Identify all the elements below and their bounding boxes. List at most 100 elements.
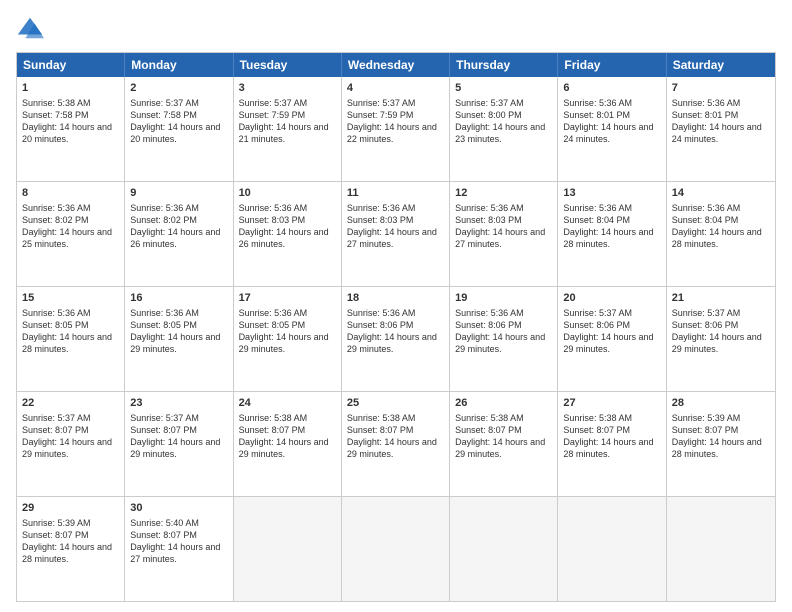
day-cell-10: 10Sunrise: 5:36 AMSunset: 8:03 PMDayligh…	[234, 182, 342, 286]
day-cell-6: 6Sunrise: 5:36 AMSunset: 8:01 PMDaylight…	[558, 77, 666, 181]
logo	[16, 14, 48, 42]
day-number: 12	[455, 186, 552, 201]
day-info: Sunrise: 5:36 AMSunset: 8:03 PMDaylight:…	[455, 202, 552, 251]
empty-cell	[450, 497, 558, 601]
day-number: 16	[130, 291, 227, 306]
day-cell-23: 23Sunrise: 5:37 AMSunset: 8:07 PMDayligh…	[125, 392, 233, 496]
day-info: Sunrise: 5:37 AMSunset: 8:00 PMDaylight:…	[455, 97, 552, 146]
day-number: 19	[455, 291, 552, 306]
empty-cell	[234, 497, 342, 601]
day-cell-25: 25Sunrise: 5:38 AMSunset: 8:07 PMDayligh…	[342, 392, 450, 496]
day-cell-18: 18Sunrise: 5:36 AMSunset: 8:06 PMDayligh…	[342, 287, 450, 391]
day-cell-26: 26Sunrise: 5:38 AMSunset: 8:07 PMDayligh…	[450, 392, 558, 496]
day-number: 15	[22, 291, 119, 306]
day-info: Sunrise: 5:37 AMSunset: 8:07 PMDaylight:…	[130, 412, 227, 461]
day-info: Sunrise: 5:38 AMSunset: 8:07 PMDaylight:…	[239, 412, 336, 461]
day-cell-13: 13Sunrise: 5:36 AMSunset: 8:04 PMDayligh…	[558, 182, 666, 286]
day-cell-27: 27Sunrise: 5:38 AMSunset: 8:07 PMDayligh…	[558, 392, 666, 496]
calendar-row-5: 29Sunrise: 5:39 AMSunset: 8:07 PMDayligh…	[17, 496, 775, 601]
day-number: 21	[672, 291, 770, 306]
day-cell-22: 22Sunrise: 5:37 AMSunset: 8:07 PMDayligh…	[17, 392, 125, 496]
day-info: Sunrise: 5:38 AMSunset: 7:58 PMDaylight:…	[22, 97, 119, 146]
day-cell-1: 1Sunrise: 5:38 AMSunset: 7:58 PMDaylight…	[17, 77, 125, 181]
day-number: 29	[22, 501, 119, 516]
day-cell-17: 17Sunrise: 5:36 AMSunset: 8:05 PMDayligh…	[234, 287, 342, 391]
header-day-tuesday: Tuesday	[234, 53, 342, 77]
day-cell-16: 16Sunrise: 5:36 AMSunset: 8:05 PMDayligh…	[125, 287, 233, 391]
day-cell-7: 7Sunrise: 5:36 AMSunset: 8:01 PMDaylight…	[667, 77, 775, 181]
day-info: Sunrise: 5:36 AMSunset: 8:01 PMDaylight:…	[563, 97, 660, 146]
empty-cell	[342, 497, 450, 601]
day-number: 22	[22, 396, 119, 411]
day-info: Sunrise: 5:39 AMSunset: 8:07 PMDaylight:…	[672, 412, 770, 461]
day-info: Sunrise: 5:36 AMSunset: 8:03 PMDaylight:…	[347, 202, 444, 251]
day-info: Sunrise: 5:36 AMSunset: 8:02 PMDaylight:…	[130, 202, 227, 251]
day-info: Sunrise: 5:36 AMSunset: 8:04 PMDaylight:…	[672, 202, 770, 251]
day-number: 25	[347, 396, 444, 411]
calendar-row-4: 22 Sunrise: 5:37 AMSunset: 8:07 PMDayligh…	[17, 391, 775, 496]
day-info: Sunrise: 5:37 AMSunset: 7:59 PMDaylight:…	[239, 97, 336, 146]
day-cell-12: 12Sunrise: 5:36 AMSunset: 8:03 PMDayligh…	[450, 182, 558, 286]
day-number: 2	[130, 81, 227, 96]
day-number: 26	[455, 396, 552, 411]
page: SundayMondayTuesdayWednesdayThursdayFrid…	[0, 0, 792, 612]
day-number: 17	[239, 291, 336, 306]
day-info: Sunrise: 5:36 AMSunset: 8:05 PMDaylight:…	[22, 307, 119, 356]
day-info: Sunrise: 5:38 AMSunset: 8:07 PMDaylight:…	[455, 412, 552, 461]
day-cell-8: 8Sunrise: 5:36 AMSunset: 8:02 PMDaylight…	[17, 182, 125, 286]
day-number: 27	[563, 396, 660, 411]
day-cell-2: 2Sunrise: 5:37 AMSunset: 7:58 PMDaylight…	[125, 77, 233, 181]
header	[16, 14, 776, 42]
header-day-monday: Monday	[125, 53, 233, 77]
header-day-friday: Friday	[558, 53, 666, 77]
day-number: 11	[347, 186, 444, 201]
day-number: 3	[239, 81, 336, 96]
day-number: 14	[672, 186, 770, 201]
calendar-row-2: 8Sunrise: 5:36 AMSunset: 8:02 PMDaylight…	[17, 181, 775, 286]
day-number: 9	[130, 186, 227, 201]
day-info: Sunrise: 5:36 AMSunset: 8:03 PMDaylight:…	[239, 202, 336, 251]
day-info: Sunrise: 5:39 AMSunset: 8:07 PMDaylight:…	[22, 517, 119, 566]
calendar-row-3: 15Sunrise: 5:36 AMSunset: 8:05 PMDayligh…	[17, 286, 775, 391]
empty-cell	[667, 497, 775, 601]
day-info: Sunrise: 5:36 AMSunset: 8:01 PMDaylight:…	[672, 97, 770, 146]
day-number: 4	[347, 81, 444, 96]
day-cell-11: 11Sunrise: 5:36 AMSunset: 8:03 PMDayligh…	[342, 182, 450, 286]
day-info: Sunrise: 5:38 AMSunset: 8:07 PMDaylight:…	[563, 412, 660, 461]
day-info: Sunrise: 5:36 AMSunset: 8:06 PMDaylight:…	[347, 307, 444, 356]
header-day-saturday: Saturday	[667, 53, 775, 77]
day-number: 28	[672, 396, 770, 411]
day-cell-24: 24Sunrise: 5:38 AMSunset: 8:07 PMDayligh…	[234, 392, 342, 496]
day-cell-21: 21Sunrise: 5:37 AMSunset: 8:06 PMDayligh…	[667, 287, 775, 391]
day-cell-4: 4Sunrise: 5:37 AMSunset: 7:59 PMDaylight…	[342, 77, 450, 181]
logo-icon	[16, 14, 44, 42]
empty-cell	[558, 497, 666, 601]
day-info: Sunrise: 5:36 AMSunset: 8:02 PMDaylight:…	[22, 202, 119, 251]
day-info: Sunrise: 5:36 AMSunset: 8:05 PMDaylight:…	[130, 307, 227, 356]
day-number: 1	[22, 81, 119, 96]
day-info: Sunrise: 5:36 AMSunset: 8:04 PMDaylight:…	[563, 202, 660, 251]
calendar: SundayMondayTuesdayWednesdayThursdayFrid…	[16, 52, 776, 602]
day-cell-20: 20Sunrise: 5:37 AMSunset: 8:06 PMDayligh…	[558, 287, 666, 391]
day-cell-15: 15Sunrise: 5:36 AMSunset: 8:05 PMDayligh…	[17, 287, 125, 391]
calendar-body: 1Sunrise: 5:38 AMSunset: 7:58 PMDaylight…	[17, 77, 775, 601]
day-number: 5	[455, 81, 552, 96]
day-number: 20	[563, 291, 660, 306]
day-cell-28: 28Sunrise: 5:39 AMSunset: 8:07 PMDayligh…	[667, 392, 775, 496]
calendar-row-1: 1Sunrise: 5:38 AMSunset: 7:58 PMDaylight…	[17, 77, 775, 181]
day-cell-9: 9Sunrise: 5:36 AMSunset: 8:02 PMDaylight…	[125, 182, 233, 286]
day-number: 6	[563, 81, 660, 96]
day-info: Sunrise: 5:37 AMSunset: 8:06 PMDaylight:…	[563, 307, 660, 356]
day-cell-29: 29Sunrise: 5:39 AMSunset: 8:07 PMDayligh…	[17, 497, 125, 601]
day-number: 23	[130, 396, 227, 411]
day-cell-19: 19Sunrise: 5:36 AMSunset: 8:06 PMDayligh…	[450, 287, 558, 391]
day-info: Sunrise: 5:37 AMSunset: 7:58 PMDaylight:…	[130, 97, 227, 146]
day-number: 30	[130, 501, 227, 516]
day-number: 18	[347, 291, 444, 306]
day-number: 24	[239, 396, 336, 411]
day-info: Sunrise: 5:36 AMSunset: 8:06 PMDaylight:…	[455, 307, 552, 356]
header-day-sunday: Sunday	[17, 53, 125, 77]
day-info: Sunrise: 5:40 AMSunset: 8:07 PMDaylight:…	[130, 517, 227, 566]
day-number: 13	[563, 186, 660, 201]
header-day-wednesday: Wednesday	[342, 53, 450, 77]
